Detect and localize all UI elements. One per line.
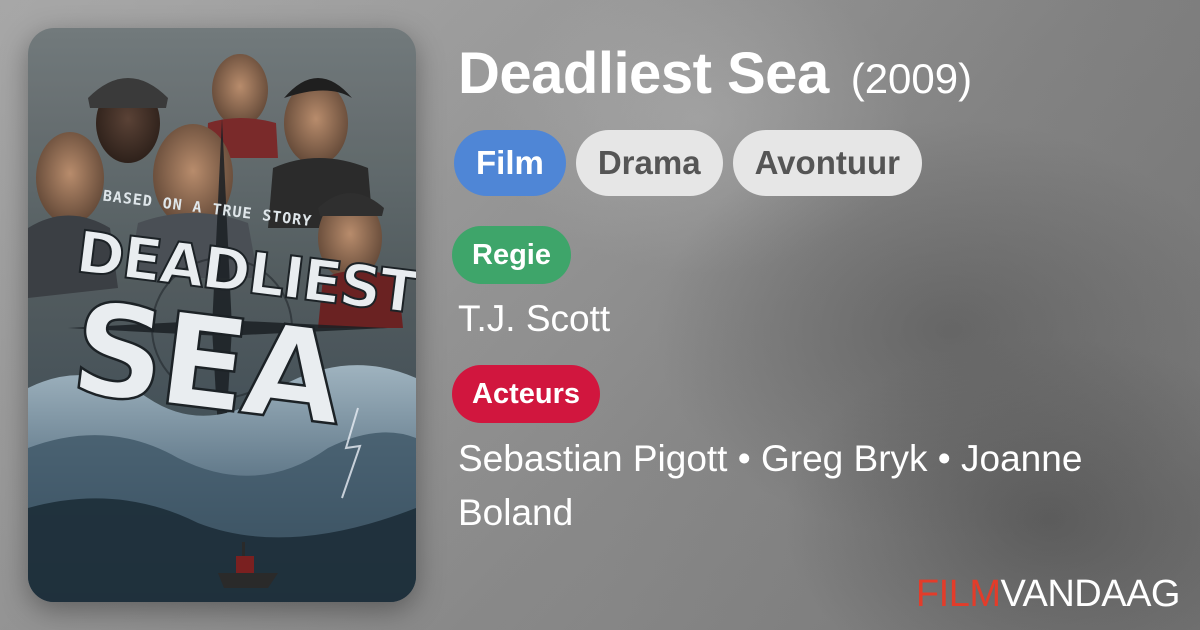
tag-avontuur[interactable]: Avontuur — [732, 130, 923, 196]
title-row: Deadliest Sea (2009) — [458, 40, 1178, 110]
cast-label: Acteurs — [452, 365, 600, 423]
genre-tags: Film Drama Avontuur — [454, 130, 923, 196]
movie-info: Deadliest Sea (2009) Film Drama Avontuur… — [452, 40, 1178, 533]
director-label: Regie — [452, 226, 571, 284]
director-name[interactable]: T.J. Scott — [458, 292, 610, 346]
brand-logo-part2: VANDAAG — [1000, 573, 1180, 615]
tag-film[interactable]: Film — [454, 130, 566, 196]
brand-logo-part1: FILM — [915, 573, 1001, 615]
cast-names[interactable]: Sebastian Pigott • Greg Bryk • Joanne Bo… — [458, 432, 1178, 540]
brand-logo[interactable]: FILMVANDAAG — [915, 573, 1181, 616]
movie-poster: BASED ON A TRUE STORY DEADLIEST SEA — [28, 28, 416, 602]
movie-year: (2009) — [850, 55, 973, 102]
movie-title: Deadliest Sea — [458, 41, 829, 106]
tag-drama[interactable]: Drama — [575, 130, 723, 196]
